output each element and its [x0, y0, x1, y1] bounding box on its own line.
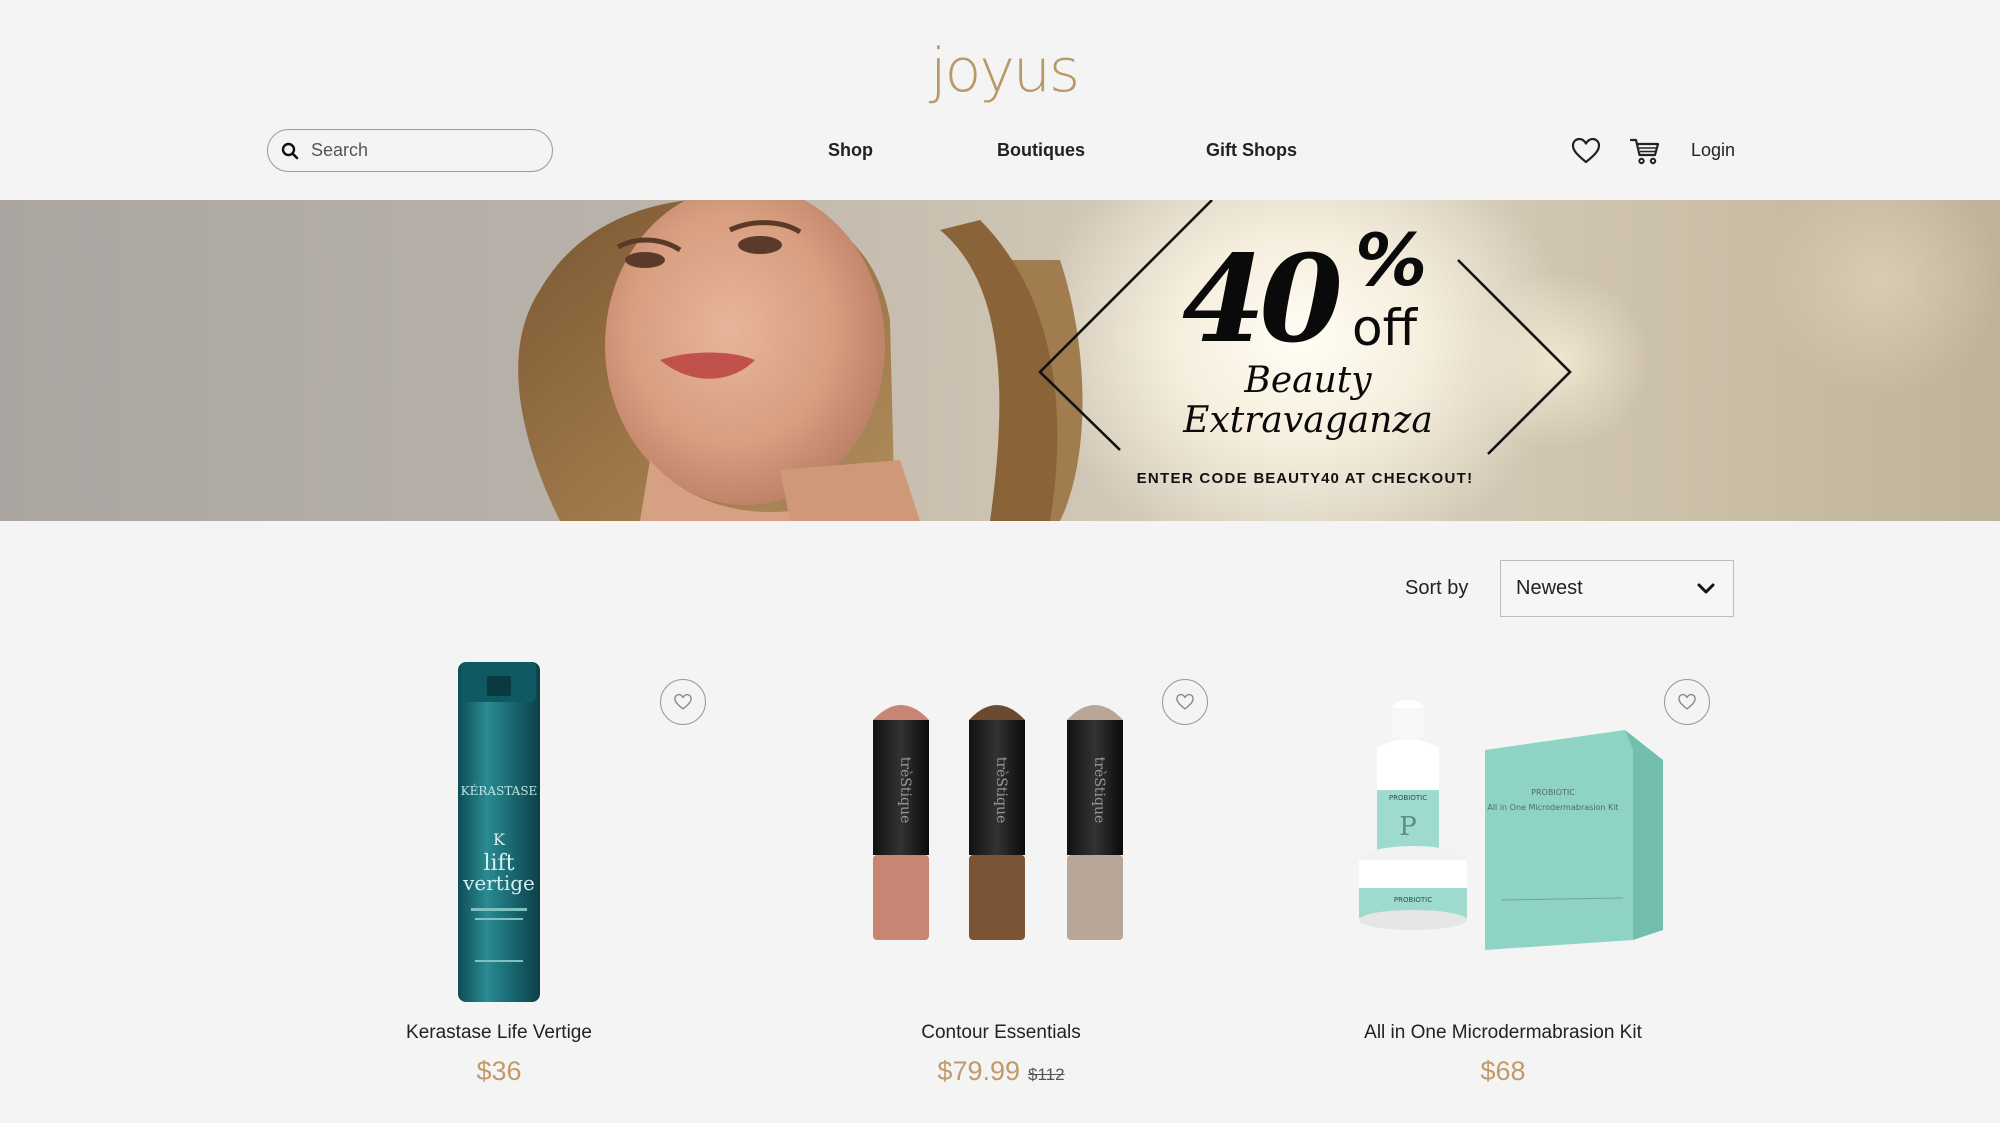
promo-percent-sign: % — [1355, 218, 1428, 302]
product-original-price: $112 — [1028, 1065, 1065, 1084]
product-card[interactable]: PROBIOTIC All in One Microdermabrasion K… — [1253, 650, 1753, 1090]
product-name[interactable]: All in One Microdermabrasion Kit — [1253, 1021, 1753, 1045]
svg-text:PROBIOTIC: PROBIOTIC — [1394, 896, 1432, 904]
nav-gift-shops[interactable]: Gift Shops — [1206, 137, 1297, 163]
svg-text:trèStique: trèStique — [897, 757, 913, 824]
product-card[interactable]: KÉRASTASE K lift vertige Kerastase Life … — [249, 650, 749, 1090]
promo-line-1: Beauty — [1244, 360, 1372, 401]
cart-icon[interactable] — [1629, 135, 1661, 167]
site-logo[interactable]: joyus — [930, 36, 1080, 106]
search-box[interactable] — [267, 129, 553, 172]
favorite-button[interactable] — [1664, 679, 1710, 725]
heart-icon — [674, 693, 692, 710]
sort-dropdown[interactable]: Newest — [1500, 560, 1734, 617]
promo-discount-number: 40 — [1182, 229, 1343, 370]
product-name[interactable]: Contour Essentials — [751, 1021, 1251, 1045]
product-price: $68 — [1480, 1056, 1526, 1086]
nav-boutiques[interactable]: Boutiques — [997, 137, 1085, 163]
product-price: $36 — [476, 1056, 522, 1086]
promo-code-text: ENTER CODE BEAUTY40 AT CHECKOUT! — [1136, 470, 1474, 487]
product-card[interactable]: trèStique trèStique trèStique Contour Es… — [751, 650, 1251, 1090]
heart-icon — [1176, 693, 1194, 710]
svg-text:trèStique: trèStique — [1091, 757, 1107, 824]
svg-text:PROBIOTIC: PROBIOTIC — [1531, 788, 1575, 797]
banner-artwork — [518, 200, 1572, 521]
svg-text:KÉRASTASE: KÉRASTASE — [461, 783, 538, 798]
product-name[interactable]: Kerastase Life Vertige — [249, 1021, 749, 1045]
favorite-button[interactable] — [660, 679, 706, 725]
price-row: $36 — [249, 1053, 749, 1094]
svg-text:trèStique: trèStique — [993, 757, 1009, 824]
svg-text:PROBIOTIC: PROBIOTIC — [1389, 794, 1427, 802]
promo-banner[interactable]: 40 % off Beauty Extravaganza ENTER CODE … — [0, 200, 2000, 521]
chevron-down-icon — [1697, 583, 1715, 593]
favorite-button[interactable] — [1162, 679, 1208, 725]
sort-selected-value: Newest — [1516, 577, 1583, 599]
svg-text:vertige: vertige — [462, 871, 535, 895]
promo-code: BEAUTY40 — [1253, 470, 1340, 487]
price-row: $79.99 $112 — [751, 1053, 1251, 1094]
svg-text:P: P — [1399, 812, 1417, 842]
promo-frame-right — [1457, 259, 1572, 455]
svg-text:All in One Microdermabrasion K: All in One Microdermabrasion Kit — [1487, 803, 1618, 812]
price-row: $68 — [1253, 1053, 1753, 1094]
login-link[interactable]: Login — [1691, 137, 1735, 163]
product-price: $79.99 — [937, 1056, 1021, 1086]
search-input[interactable] — [311, 140, 531, 161]
promo-line-2: Extravaganza — [1183, 400, 1433, 441]
sort-label: Sort by — [1405, 577, 1469, 599]
nav-shop[interactable]: Shop — [828, 137, 873, 163]
promo-off-text: off — [1352, 299, 1418, 357]
heart-icon — [1678, 693, 1696, 710]
svg-text:K: K — [493, 830, 506, 849]
search-icon — [281, 142, 299, 159]
heart-icon[interactable] — [1570, 135, 1602, 167]
